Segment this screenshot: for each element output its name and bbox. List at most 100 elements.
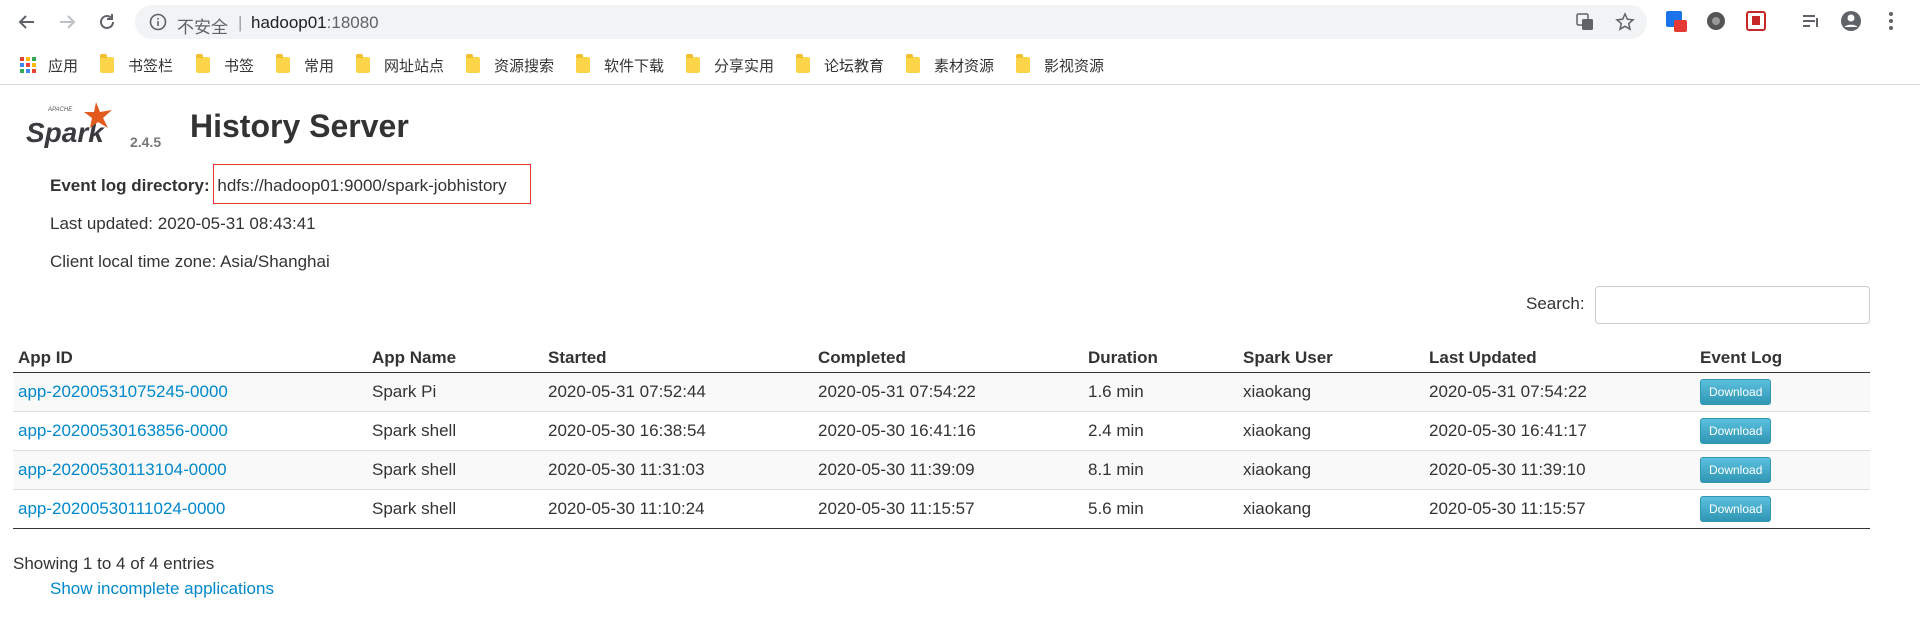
cell-user: xiaokang: [1238, 488, 1424, 529]
folder-icon: [686, 54, 700, 73]
bookmark-label: 网址站点: [384, 57, 445, 75]
download-button[interactable]: Download: [1700, 378, 1772, 405]
app-id-link[interactable]: app-20200530163856-0000: [18, 421, 228, 440]
bookmarks-bar: 应用 书签栏 书签 常用 网址站点 资源搜索 软件下载 分享实用 论坛教育 素材…: [0, 44, 1920, 85]
cell-event-log: Download: [1695, 371, 1870, 411]
url-text[interactable]: hadoop01:18080: [251, 13, 379, 33]
bookmark-item[interactable]: 分享实用: [686, 54, 774, 75]
cell-app-id: app-20200530113104-0000: [13, 449, 367, 489]
cell-app-name: Spark shell: [367, 410, 543, 450]
spark-version: 2.4.5: [130, 134, 162, 150]
bookmark-apps-label: 应用: [48, 57, 79, 75]
bookmark-item[interactable]: 影视资源: [1016, 54, 1105, 75]
bookmark-label: 书签栏: [128, 57, 174, 75]
bookmark-label: 资源搜索: [494, 57, 555, 75]
bookmark-item[interactable]: 素材资源: [906, 54, 994, 75]
table-row: app-20200531075245-0000 Spark Pi 2020-05…: [13, 371, 1870, 411]
bookmark-item[interactable]: 常用: [276, 54, 334, 75]
table-row: app-20200530113104-0000 Spark shell 2020…: [13, 449, 1870, 489]
app-id-link[interactable]: app-20200530111024-0000: [18, 499, 225, 518]
bookmark-item[interactable]: 论坛教育: [796, 54, 885, 75]
bookmark-label: 论坛教育: [824, 57, 885, 75]
app-id-link[interactable]: app-20200531075245-0000: [18, 382, 228, 401]
bookmark-item[interactable]: 软件下载: [576, 54, 665, 75]
star-icon[interactable]: [1615, 12, 1635, 32]
bookmark-label: 影视资源: [1044, 57, 1105, 75]
folder-icon: [466, 54, 480, 73]
cell-user: xiaokang: [1238, 449, 1424, 489]
bookmark-item[interactable]: 书签: [196, 54, 255, 75]
cell-app-name: Spark shell: [367, 488, 543, 529]
cell-completed: 2020-05-31 07:54:22: [813, 371, 1083, 411]
extension-p-icon[interactable]: [1665, 10, 1687, 32]
entries-info: Showing 1 to 4 of 4 entries: [13, 554, 215, 573]
cell-last-updated: 2020-05-30 11:15:57: [1424, 488, 1695, 529]
bookmark-item[interactable]: 资源搜索: [466, 54, 555, 75]
arrow-right-icon: [60, 15, 76, 29]
cell-last-updated: 2020-05-31 07:54:22: [1424, 371, 1695, 411]
column-app-id[interactable]: App ID: [13, 334, 367, 373]
cell-last-updated: 2020-05-30 11:39:10: [1424, 449, 1695, 489]
column-app-name[interactable]: App Name: [367, 334, 543, 373]
cell-completed: 2020-05-30 11:39:09: [813, 449, 1083, 489]
browser-toolbar: 不安全 | hadoop01:18080: [0, 0, 1920, 44]
cell-completed: 2020-05-30 11:15:57: [813, 488, 1083, 529]
forward-button[interactable]: [52, 7, 82, 37]
apps-grid-icon: [20, 57, 36, 73]
bookmark-apps[interactable]: 应用: [20, 55, 78, 75]
search-label: Search:: [1526, 294, 1585, 313]
folder-icon: [100, 54, 114, 73]
highlight-annotation: [213, 164, 531, 204]
column-spark-user[interactable]: Spark User: [1238, 334, 1424, 373]
reload-icon: [100, 14, 114, 29]
download-button[interactable]: Download: [1700, 417, 1772, 444]
folder-icon: [1016, 54, 1030, 73]
translate-icon[interactable]: [1575, 12, 1595, 32]
insecure-label: 不安全: [177, 18, 228, 37]
cell-app-name: Spark shell: [367, 449, 543, 489]
folder-icon: [356, 54, 370, 73]
folder-icon: [196, 54, 210, 73]
back-button[interactable]: [12, 7, 42, 37]
timezone: Client local time zone: Asia/Shanghai: [50, 252, 330, 271]
column-duration[interactable]: Duration: [1083, 334, 1238, 373]
folder-icon: [576, 54, 590, 73]
bookmark-label: 书签: [224, 57, 255, 75]
more-menu-icon[interactable]: [1880, 10, 1902, 32]
url-host: hadoop01: [251, 13, 327, 32]
column-last-updated[interactable]: Last Updated: [1424, 334, 1695, 373]
extension-shield-icon[interactable]: [1745, 10, 1767, 32]
table-row: app-20200530163856-0000 Spark shell 2020…: [13, 410, 1870, 450]
app-id-link[interactable]: app-20200530113104-0000: [18, 460, 227, 479]
column-event-log[interactable]: Event Log: [1695, 334, 1870, 373]
search-input[interactable]: [1595, 286, 1870, 324]
cell-app-id: app-20200530163856-0000: [13, 410, 367, 450]
cell-app-name: Spark Pi: [367, 371, 543, 411]
page-title: History Server: [190, 108, 409, 144]
cell-duration: 8.1 min: [1083, 449, 1238, 489]
bookmark-label: 软件下载: [604, 57, 665, 75]
reading-list-icon[interactable]: [1800, 10, 1822, 32]
cell-started: 2020-05-30 11:10:24: [543, 488, 813, 529]
table-row: app-20200530111024-0000 Spark shell 2020…: [13, 488, 1870, 529]
reload-button[interactable]: [92, 7, 122, 37]
arrow-left-icon: [18, 15, 34, 29]
cell-duration: 1.6 min: [1083, 371, 1238, 411]
bookmark-item[interactable]: 书签栏: [100, 54, 174, 75]
show-incomplete-link[interactable]: Show incomplete applications: [50, 579, 274, 599]
logo-subtext: APACHE: [47, 107, 73, 113]
cell-duration: 2.4 min: [1083, 410, 1238, 450]
info-icon[interactable]: [149, 13, 167, 31]
spark-logo[interactable]: APACHE Spark: [24, 100, 128, 150]
column-started[interactable]: Started: [543, 334, 813, 373]
folder-icon: [906, 54, 920, 73]
column-completed[interactable]: Completed: [813, 334, 1083, 373]
profile-avatar-icon[interactable]: [1840, 10, 1862, 32]
address-bar[interactable]: 不安全 | hadoop01:18080: [135, 5, 1647, 39]
last-updated: Last updated: 2020-05-31 08:43:41: [50, 214, 316, 233]
cell-started: 2020-05-31 07:52:44: [543, 371, 813, 411]
download-button[interactable]: Download: [1700, 495, 1772, 522]
download-button[interactable]: Download: [1700, 456, 1772, 483]
bookmark-item[interactable]: 网址站点: [356, 54, 445, 75]
extension-globe-icon[interactable]: [1705, 10, 1727, 32]
